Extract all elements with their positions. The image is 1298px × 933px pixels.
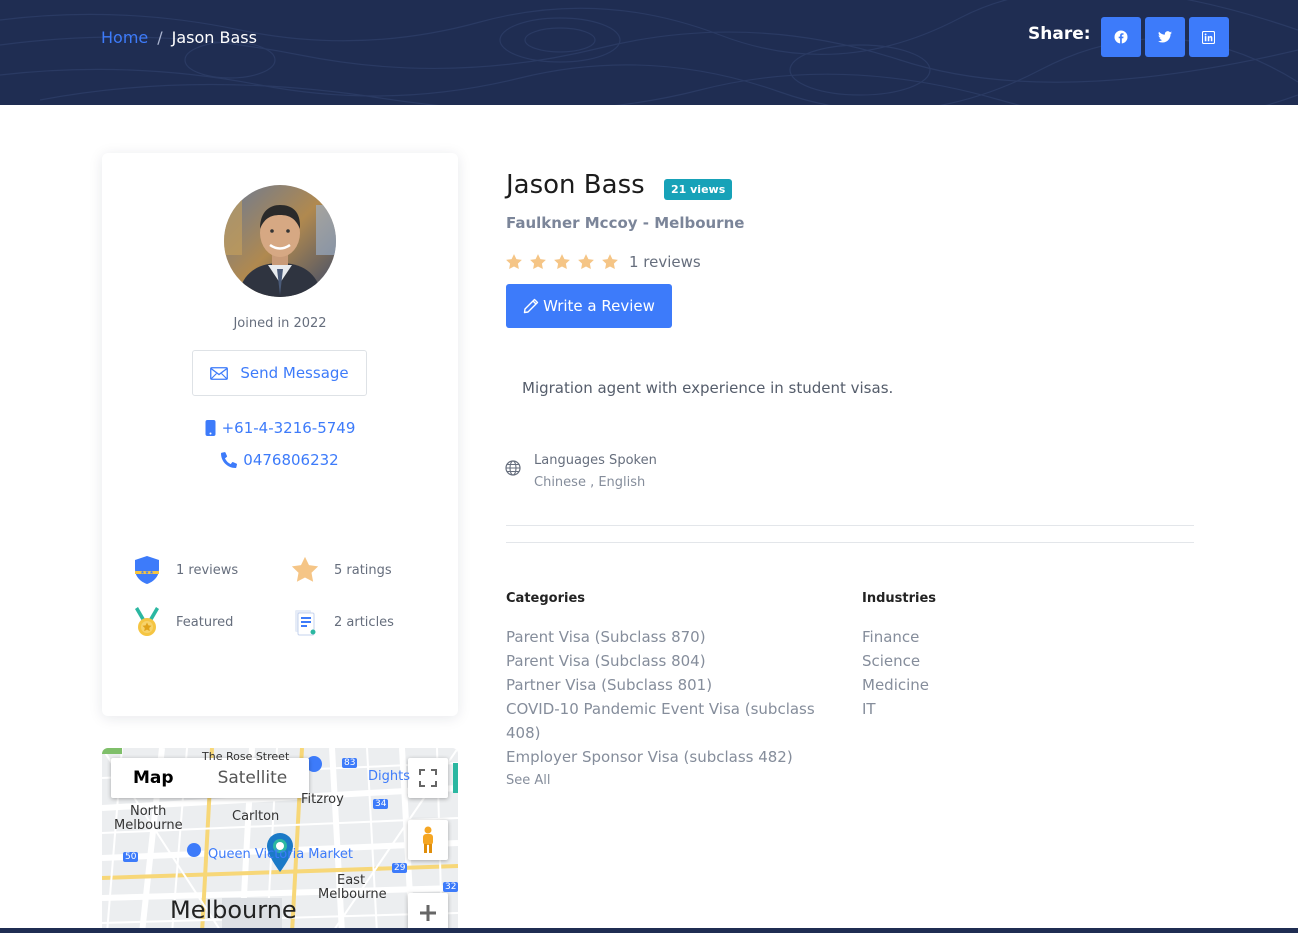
- medal-icon: [135, 607, 159, 636]
- industry-item[interactable]: Finance: [862, 625, 929, 649]
- stat-ratings-label: 5 ratings: [334, 562, 392, 578]
- map-label-north-melbourne: Melbourne: [114, 818, 183, 833]
- shield-icon: ★★★: [135, 556, 159, 584]
- map-route-50: 50: [123, 852, 139, 862]
- category-item[interactable]: Parent Visa (Subclass 870): [506, 625, 815, 649]
- industries-list: Finance Science Medicine IT: [862, 625, 929, 721]
- map-label-melbourne: Melbourne: [170, 896, 297, 924]
- joined-date: Joined in 2022: [233, 316, 327, 331]
- linkedin-icon: [1202, 30, 1216, 44]
- breadcrumb-home-link[interactable]: Home: [101, 28, 148, 47]
- languages-label: Languages Spoken: [534, 453, 657, 468]
- svg-text:★★★: ★★★: [140, 570, 154, 576]
- profile-card: Joined in 2022 Send Message +61-4-3216-5…: [102, 153, 458, 716]
- write-review-label: Write a Review: [543, 297, 655, 315]
- stat-articles-label: 2 articles: [334, 614, 394, 630]
- breadcrumb-current: Jason Bass: [171, 28, 257, 47]
- share-linkedin-button[interactable]: [1188, 17, 1229, 57]
- breadcrumb-separator: /: [157, 28, 163, 47]
- map-tab-satellite[interactable]: Satellite: [196, 758, 310, 798]
- categories-title: Categories: [506, 591, 586, 606]
- map-zoom-in-button[interactable]: [408, 893, 448, 933]
- share-label: Share:: [1028, 24, 1091, 44]
- location-map[interactable]: Map Satellite The Rose Street North Melb…: [102, 748, 458, 933]
- plus-icon: [420, 905, 436, 921]
- category-item[interactable]: Employer Sponsor Visa (subclass 482): [506, 745, 815, 769]
- globe-icon: [505, 460, 521, 476]
- agent-bio: Migration agent with experience in stude…: [522, 379, 894, 397]
- section-divider: [506, 525, 1194, 526]
- star-icon: [291, 556, 319, 582]
- phone-icon: [221, 452, 238, 468]
- see-all-link[interactable]: See All: [506, 773, 551, 788]
- category-item[interactable]: COVID-10 Pandemic Event Visa (subclass: [506, 697, 815, 721]
- footer-edge: [0, 928, 1298, 933]
- map-label-fitzroy: Fitzroy: [301, 792, 344, 807]
- star-icon: [506, 254, 522, 270]
- industries-title: Industries: [862, 591, 937, 606]
- map-label-north: North: [130, 804, 167, 819]
- languages-value: Chinese , English: [534, 475, 646, 490]
- map-label-queen-victoria-market: Queen Victoria Market: [208, 847, 353, 862]
- send-message-button[interactable]: Send Message: [192, 350, 367, 396]
- share-twitter-button[interactable]: [1144, 17, 1185, 57]
- stat-ratings: 5 ratings: [290, 555, 392, 585]
- views-badge: 21 views: [664, 179, 733, 200]
- agent-name: Jason Bass: [506, 170, 645, 200]
- map-label-east-melbourne: Melbourne: [318, 887, 387, 902]
- map-street-view-button[interactable]: [408, 820, 448, 860]
- avatar: [224, 185, 336, 297]
- mobile-phone-icon: [205, 420, 216, 436]
- map-route-83: 83: [342, 758, 358, 768]
- twitter-icon: [1157, 31, 1172, 43]
- fullscreen-icon: [419, 769, 437, 787]
- map-type-control: Map Satellite: [111, 758, 310, 798]
- categories-list: Parent Visa (Subclass 870) Parent Visa (…: [506, 625, 815, 769]
- map-route-34: 34: [373, 799, 389, 809]
- category-item[interactable]: Partner Visa (Subclass 801): [506, 673, 815, 697]
- facebook-icon: [1114, 30, 1128, 44]
- share-bar: Share:: [1028, 17, 1229, 57]
- send-message-label: Send Message: [240, 364, 349, 382]
- map-label-dights: Dights: [368, 769, 410, 784]
- category-item[interactable]: Parent Visa (Subclass 804): [506, 649, 815, 673]
- category-item[interactable]: 408): [506, 721, 815, 745]
- industry-item[interactable]: Science: [862, 649, 929, 673]
- agent-photo: [224, 185, 336, 297]
- agent-company: Faulkner Mccoy - Melbourne: [506, 214, 745, 232]
- stat-featured-label: Featured: [176, 614, 234, 630]
- industry-item[interactable]: IT: [862, 697, 929, 721]
- phone-number-link[interactable]: 0476806232: [102, 451, 458, 469]
- map-route-32: 32: [443, 882, 458, 892]
- write-review-button[interactable]: Write a Review: [506, 284, 672, 328]
- rating-stars: 1 reviews: [505, 253, 701, 271]
- star-icon: [554, 254, 570, 270]
- map-label-carlton: Carlton: [232, 809, 280, 824]
- breadcrumb: Home / Jason Bass: [101, 28, 257, 47]
- page-header: Home / Jason Bass Share:: [0, 0, 1298, 105]
- article-icon: [295, 610, 316, 636]
- map-route-29: 29: [392, 863, 408, 873]
- stat-reviews: ★★★ 1 reviews: [132, 555, 238, 585]
- pencil-icon: [523, 298, 539, 314]
- mobile-number: +61-4-3216-5749: [221, 419, 356, 437]
- stat-featured: Featured: [132, 607, 233, 637]
- phone-number: 0476806232: [243, 451, 339, 469]
- star-icon: [578, 254, 594, 270]
- star-icon: [602, 254, 618, 270]
- pegman-icon: [423, 826, 433, 853]
- share-facebook-button[interactable]: [1100, 17, 1141, 57]
- map-fullscreen-button[interactable]: [408, 758, 448, 798]
- industry-item[interactable]: Medicine: [862, 673, 929, 697]
- mobile-number-link[interactable]: +61-4-3216-5749: [102, 419, 458, 437]
- stat-articles: 2 articles: [290, 607, 394, 637]
- envelope-icon: [210, 366, 229, 380]
- map-label-rose-street: The Rose Street: [202, 750, 290, 763]
- stat-reviews-label: 1 reviews: [176, 562, 239, 578]
- map-tab-map[interactable]: Map: [111, 758, 196, 798]
- map-label-east: East: [337, 873, 366, 888]
- section-divider: [506, 542, 1194, 543]
- reviews-count[interactable]: 1 reviews: [629, 253, 701, 271]
- star-icon: [530, 254, 546, 270]
